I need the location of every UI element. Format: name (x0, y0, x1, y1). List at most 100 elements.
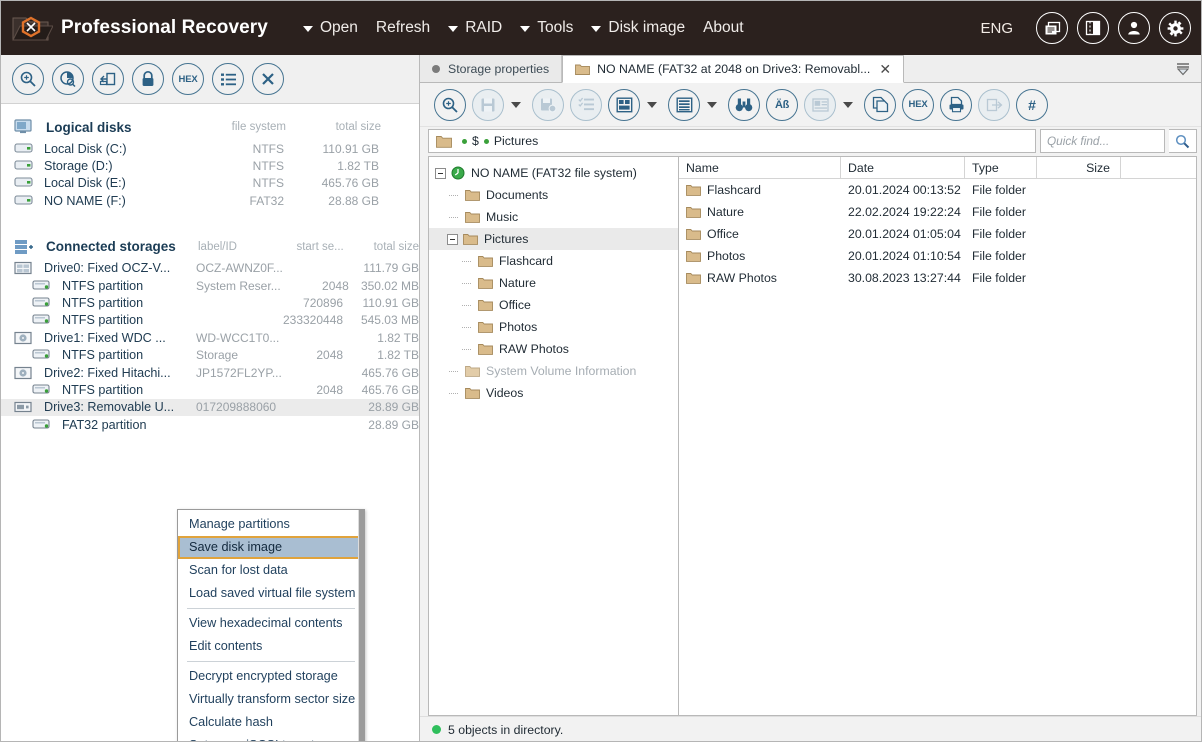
tab-storage-properties[interactable]: Storage properties (420, 55, 562, 82)
menu-about[interactable]: About (694, 15, 753, 41)
partition-row[interactable]: NTFS partition 720896 110.91 GB (1, 294, 419, 311)
find-binoculars-icon[interactable] (728, 89, 760, 121)
hex-viewer-icon[interactable]: HEX (172, 63, 204, 95)
scan-magnifier-icon[interactable] (12, 63, 44, 95)
properties-list-icon[interactable] (212, 63, 244, 95)
hex-viewer-icon[interactable]: HEX (902, 89, 934, 121)
caret-down-icon[interactable] (843, 102, 853, 108)
partition-row[interactable]: NTFS partition 233320448 545.03 MB (1, 312, 419, 329)
collapse-icon[interactable] (447, 234, 458, 245)
tree-root-node[interactable]: NO NAME (FAT32 file system) (429, 162, 678, 184)
ctx-view-hexadecimal-contents[interactable]: View hexadecimal contents (178, 612, 364, 635)
tree-node-nature[interactable]: Nature (429, 272, 678, 294)
col-header-size[interactable]: Size (1037, 157, 1121, 179)
tree-node-system-volume-information[interactable]: System Volume Information (429, 360, 678, 382)
storage-row-drive3[interactable]: Drive3: Removable U... 017209888060 28.8… (1, 399, 419, 416)
caret-down-icon[interactable] (647, 102, 657, 108)
ctx-manage-partitions[interactable]: Manage partitions (178, 513, 364, 536)
path-segment-current[interactable]: Pictures (494, 134, 538, 148)
disk-analysis-icon[interactable] (52, 63, 84, 95)
logical-disk-row[interactable]: NO NAME (F:) FAT32 28.88 GB (1, 192, 419, 209)
menu-disk-image[interactable]: Disk image (582, 15, 694, 41)
ctx-save-disk-image[interactable]: Save disk image (178, 536, 364, 559)
scrollbar-thumb[interactable] (359, 510, 365, 742)
tree-node-pictures[interactable]: Pictures (429, 228, 678, 250)
print-icon[interactable] (940, 89, 972, 121)
file-name-cell: RAW Photos (679, 267, 841, 289)
logical-disk-row[interactable]: Local Disk (C:) NTFS 110.91 GB (1, 140, 419, 157)
user-account-icon[interactable] (1118, 12, 1150, 44)
table-row[interactable]: RAW Photos 30.08.2023 13:27:44 File fold… (679, 267, 1196, 289)
close-icon[interactable] (252, 63, 284, 95)
scan-magnifier-icon[interactable] (434, 89, 466, 121)
tree-node-raw-photos[interactable]: RAW Photos (429, 338, 678, 360)
tree-node-flashcard[interactable]: Flashcard (429, 250, 678, 272)
close-icon[interactable]: ✕ (879, 61, 891, 78)
save-icon[interactable] (472, 89, 504, 121)
partition-row[interactable]: NTFS partition System Reser... 2048 350.… (1, 277, 419, 294)
ctx-set-up-as-iscsi-target[interactable]: Set up as iSCSI target (178, 734, 364, 742)
main-menubar: Open Refresh RAID Tools Disk image About (294, 15, 753, 41)
ctx-calculate-hash[interactable]: Calculate hash (178, 711, 364, 734)
search-icon[interactable] (1169, 129, 1197, 153)
menu-open[interactable]: Open (294, 15, 367, 41)
checklist-icon[interactable] (570, 89, 602, 121)
layout-grid-icon[interactable] (608, 89, 640, 121)
menu-tools[interactable]: Tools (511, 15, 582, 41)
tab-overflow-chevron-down-icon[interactable] (1173, 60, 1193, 78)
windows-list-icon[interactable] (1036, 12, 1068, 44)
menu-raid[interactable]: RAID (439, 15, 511, 41)
storage-row-drive2[interactable]: Drive2: Fixed Hitachi... JP1572FL2YP... … (1, 364, 419, 381)
logical-disk-row[interactable]: Storage (D:) NTFS 1.82 TB (1, 157, 419, 174)
connected-storages-header[interactable]: Connected storages label/ID start se... … (1, 234, 419, 260)
menu-refresh[interactable]: Refresh (367, 15, 439, 41)
collapse-icon[interactable] (435, 168, 446, 179)
partition-row[interactable]: FAT32 partition 28.89 GB (1, 416, 419, 433)
tree-node-music[interactable]: Music (429, 206, 678, 228)
caret-down-icon[interactable] (511, 102, 521, 108)
language-indicator[interactable]: ENG (980, 20, 1013, 37)
ctx-virtually-transform-sector-size[interactable]: Virtually transform sector size (178, 688, 364, 711)
hash-icon[interactable]: # (1016, 89, 1048, 121)
partition-row[interactable]: NTFS partition 2048 465.76 GB (1, 381, 419, 398)
save-options-icon[interactable] (532, 89, 564, 121)
tree-node-documents[interactable]: Documents (429, 184, 678, 206)
quick-find-input[interactable]: Quick find... (1040, 129, 1165, 153)
tab-no-name-fat32[interactable]: NO NAME (FAT32 at 2048 on Drive3: Remova… (562, 55, 904, 83)
folder-icon (478, 255, 493, 267)
path-breadcrumb[interactable]: $ Pictures (428, 129, 1036, 153)
table-row[interactable]: Office 20.01.2024 01:05:04 File folder (679, 223, 1196, 245)
col-header-date[interactable]: Date (841, 157, 965, 179)
view-list-icon[interactable] (668, 89, 700, 121)
col-header-type[interactable]: Type (965, 157, 1037, 179)
decrypt-lock-icon[interactable] (132, 63, 164, 95)
context-menu-scrollbar[interactable] (358, 510, 364, 742)
col-header-name[interactable]: Name (679, 157, 841, 179)
copy-files-icon[interactable] (864, 89, 896, 121)
save-disk-image-icon[interactable] (92, 63, 124, 95)
tree-node-office[interactable]: Office (429, 294, 678, 316)
logical-disks-header[interactable]: Logical disks file system total size (1, 114, 419, 140)
caret-down-icon (448, 26, 458, 32)
ctx-load-saved-virtual-fs[interactable]: Load saved virtual file system (178, 582, 364, 605)
logical-disk-row[interactable]: Local Disk (E:) NTFS 465.76 GB (1, 175, 419, 192)
export-icon[interactable] (978, 89, 1010, 121)
partition-row[interactable]: NTFS partition Storage 2048 1.82 TB (1, 347, 419, 364)
caret-down-icon[interactable] (707, 102, 717, 108)
storage-row-drive1[interactable]: Drive1: Fixed WDC ... WD-WCC1T0... 1.82 … (1, 329, 419, 346)
codepage-icon[interactable]: Äß (766, 89, 798, 121)
storage-row-drive0[interactable]: Drive0: Fixed OCZ-V... OCZ-AWNZ0F... 111… (1, 260, 419, 277)
disk-size: 28.88 GB (284, 194, 379, 208)
layout-panels-icon[interactable] (1077, 12, 1109, 44)
ctx-edit-contents[interactable]: Edit contents (178, 635, 364, 658)
table-row[interactable]: Nature 22.02.2024 19:22:24 File folder (679, 201, 1196, 223)
ctx-decrypt-encrypted-storage[interactable]: Decrypt encrypted storage (178, 665, 364, 688)
tree-node-videos[interactable]: Videos (429, 382, 678, 404)
preview-icon[interactable] (804, 89, 836, 121)
ctx-scan-for-lost-data[interactable]: Scan for lost data (178, 559, 364, 582)
table-row[interactable]: Photos 20.01.2024 01:10:54 File folder (679, 245, 1196, 267)
path-segment-root[interactable]: $ (472, 134, 479, 148)
table-row[interactable]: Flashcard 20.01.2024 00:13:52 File folde… (679, 179, 1196, 201)
tree-node-photos[interactable]: Photos (429, 316, 678, 338)
settings-gear-icon[interactable] (1159, 12, 1191, 44)
